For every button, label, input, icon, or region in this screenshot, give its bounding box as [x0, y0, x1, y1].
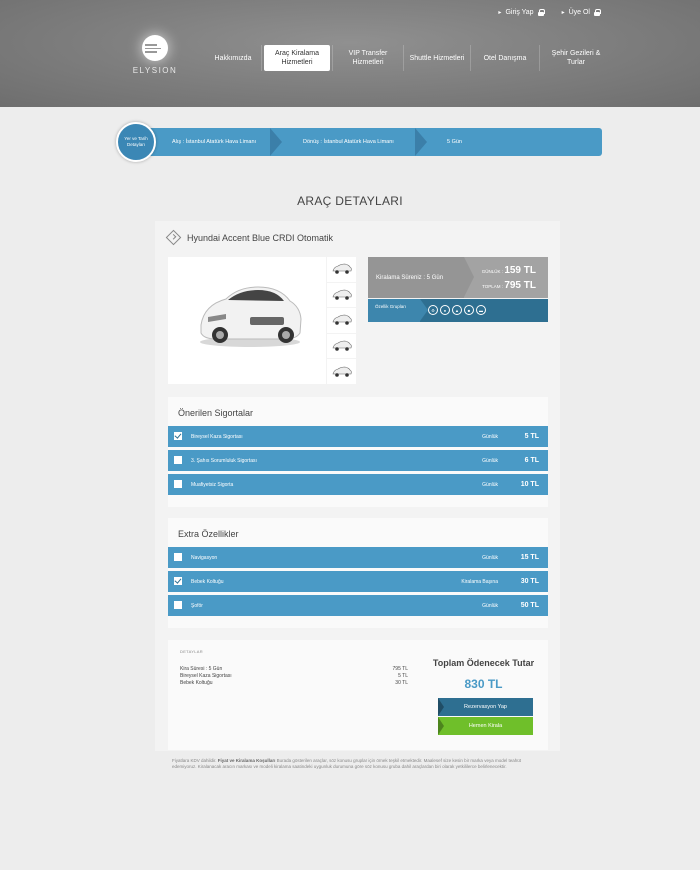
rental-duration: Kiralama Süreniz : 5 Gün	[376, 274, 444, 281]
top-links: ▸ Giriş Yap ▸ Üye Ol	[498, 9, 601, 16]
row-name: Şoför	[191, 602, 203, 609]
row-period: Günlük	[482, 602, 498, 609]
chevron-right-icon: ▸	[561, 10, 565, 16]
row-name: Bireysel Kaza Sigortası	[191, 433, 243, 440]
rental-price-box: Kiralama Süreniz : 5 Gün GÜNLÜK : 159 TL…	[368, 257, 548, 298]
row-name: 3. Şahıs Sorumluluk Sigortası	[191, 457, 257, 464]
row-price: 5 TL	[524, 433, 539, 440]
summary-item: Bebek Koltuğu 30 TL	[180, 680, 408, 686]
register-link[interactable]: ▸ Üye Ol	[561, 9, 601, 16]
total-price: 795 TL	[504, 280, 536, 291]
nav-tours[interactable]: Şehir Gezileri & Turlar	[542, 45, 610, 71]
page-title: ARAÇ DETAYLARI	[297, 194, 403, 208]
summary-list: Kira Süresi : 5 Gün 795 TL Bireysel Kaza …	[180, 666, 408, 687]
insurance-row[interactable]: 3. Şahıs Sorumluluk Sigortası Günlük 6 T…	[168, 450, 548, 471]
row-period: Günlük	[482, 554, 498, 561]
car-illustration	[200, 286, 302, 347]
checkbox[interactable]	[174, 553, 182, 561]
car-thumbnail[interactable]	[327, 308, 356, 333]
nav-car-rental[interactable]: Araç Kiralama Hizmetleri	[264, 45, 330, 71]
lock-icon	[594, 9, 601, 16]
register-label: Üye Ol	[568, 9, 590, 16]
feature-label: Özellik Grupları	[368, 299, 420, 322]
car-thumbnails	[327, 257, 356, 384]
gear-icon: ⚙	[428, 305, 438, 315]
summary-label: DETAYLAR	[180, 649, 203, 654]
nav-about[interactable]: Hakkımızda	[207, 45, 259, 71]
row-period: Günlük	[482, 481, 498, 488]
checkbox[interactable]	[174, 577, 182, 585]
car-thumbnail[interactable]	[327, 333, 356, 359]
rent-now-button[interactable]: Hemen Kirala	[438, 717, 533, 735]
checkbox[interactable]	[174, 601, 182, 609]
site-header: ▸ Giriş Yap ▸ Üye Ol ELYSION Hakkımızda Ar…	[0, 0, 700, 107]
nav-hotel[interactable]: Otel Danışma	[473, 45, 537, 71]
direction-icon	[165, 229, 182, 246]
step-bar: Alış : İstanbul Atatürk Hava Limanı Dönü…	[127, 128, 602, 156]
fuel-icon: ▲	[452, 305, 462, 315]
login-label: Giriş Yap	[505, 9, 534, 16]
row-name: Navigasyon	[191, 554, 218, 561]
bag-icon: ▬	[476, 305, 486, 315]
total-title: Toplam Ödenecek Tutar	[432, 658, 535, 668]
extras-title: Extra Özellikler	[178, 529, 239, 539]
nav-shuttle[interactable]: Shuttle Hizmetleri	[406, 45, 468, 71]
checkbox[interactable]	[174, 480, 182, 488]
login-link[interactable]: ▸ Giriş Yap	[498, 9, 545, 16]
step-departure[interactable]: Alış : İstanbul Atatürk Hava Limanı	[172, 128, 256, 156]
car-thumbnail[interactable]	[327, 282, 356, 308]
row-price: 50 TL	[520, 602, 539, 609]
step-location-date[interactable]: Yer ve Tarih Detayları	[116, 122, 156, 162]
logo[interactable]: ELYSION	[130, 35, 180, 80]
car-name: Hyundai Accent Blue CRDI Otomatik	[187, 232, 334, 243]
extras-row[interactable]: Şoför Günlük 50 TL	[168, 595, 548, 616]
row-period: Günlük	[482, 457, 498, 464]
extras-row[interactable]: Navigasyon Günlük 15 TL	[168, 547, 548, 568]
row-name: Bebek Koltuğu	[191, 578, 224, 585]
lock-icon	[537, 9, 545, 16]
row-price: 15 TL	[520, 554, 539, 561]
insurance-section: Önerilen Sigortalar Bireysel Kaza Sigort…	[168, 397, 548, 507]
insurance-title: Önerilen Sigortalar	[178, 408, 254, 418]
logo-mark	[142, 35, 168, 61]
step-divider	[270, 128, 282, 156]
total-value: 830 TL	[464, 677, 503, 691]
row-period: Kiralama Başına	[461, 578, 498, 585]
daily-label: GÜNLÜK :	[481, 269, 504, 274]
total-box: Toplam Ödenecek Tutar 830 TL	[426, 658, 541, 691]
row-period: Günlük	[482, 433, 498, 440]
step-divider	[415, 128, 427, 156]
door-icon: ■	[464, 305, 474, 315]
footer-note: Fiyatlara KDV dahildir. Fiyat ve Kiralam…	[172, 758, 521, 769]
chevron-right-icon: ▸	[498, 10, 502, 16]
checkbox[interactable]	[174, 456, 182, 464]
step-duration[interactable]: 5 Gün	[447, 128, 462, 156]
checkbox[interactable]	[174, 432, 182, 440]
row-name: Muafiyetsiz Sigorta	[191, 481, 234, 488]
nav-vip-transfer[interactable]: VIP Transfer Hizmetleri	[335, 45, 401, 71]
summary-section: DETAYLAR Kira Süresi : 5 Gün 795 TL Birey…	[168, 640, 548, 750]
price-info: GÜNLÜK : 159 TL TOPLAM : 795 TL	[482, 264, 536, 294]
car-image	[168, 257, 326, 384]
insurance-row[interactable]: Bireysel Kaza Sigortası Günlük 5 TL	[168, 426, 548, 447]
daily-price: 159 TL	[504, 265, 536, 276]
main-nav: Hakkımızda Araç Kiralama Hizmetleri VIP …	[207, 45, 610, 71]
car-thumbnail[interactable]	[327, 257, 356, 282]
total-label: TOPLAM :	[482, 284, 504, 289]
row-price: 30 TL	[520, 578, 539, 585]
reserve-button[interactable]: Rezervasyon Yap	[438, 698, 533, 716]
logo-text: ELYSION	[132, 66, 178, 75]
car-title: Hyundai Accent Blue CRDI Otomatik	[165, 229, 334, 246]
step-return[interactable]: Dönüş : İstanbul Atatürk Hava Limanı	[303, 128, 394, 156]
row-price: 10 TL	[520, 481, 539, 488]
car-thumbnail[interactable]	[327, 359, 356, 384]
insurance-row[interactable]: Muafiyetsiz Sigorta Günlük 10 TL	[168, 474, 548, 495]
extras-row[interactable]: Bebek Koltuğu Kiralama Başına 30 TL	[168, 571, 548, 592]
summary-item: Kira Süresi : 5 Gün 795 TL	[180, 666, 408, 672]
row-price: 6 TL	[524, 457, 539, 464]
feature-groups: Özellik Grupları ⚙ ● ▲ ■ ▬	[368, 299, 548, 322]
summary-item: Bireysel Kaza Sigortası 5 TL	[180, 673, 408, 679]
extras-section: Extra Özellikler Navigasyon Günlük 15 TL…	[168, 518, 548, 628]
person-icon: ●	[440, 305, 450, 315]
